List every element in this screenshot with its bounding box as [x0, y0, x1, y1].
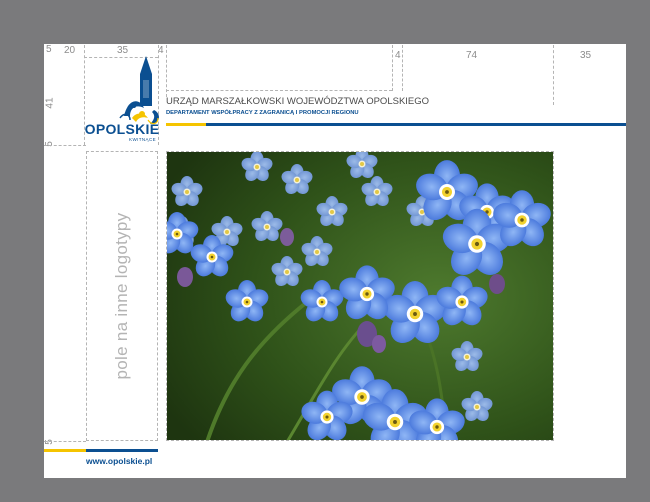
- website-link[interactable]: www.opolskie.pl: [86, 456, 152, 466]
- logo-field-label: pole na inne logotypy: [112, 212, 131, 380]
- footer-accent-rule: [44, 449, 86, 452]
- guide-line: [402, 45, 403, 91]
- organization-name: URZĄD MARSZAŁKOWSKI WOJEWÓDZTWA OPOLSKIE…: [166, 96, 430, 107]
- dimension-label: 5: [46, 44, 52, 55]
- brand-wordmark: OPOLSKIE: [84, 121, 160, 137]
- header-accent-rule: [166, 123, 206, 126]
- guide-line: [166, 90, 392, 91]
- guide-line: [44, 441, 86, 442]
- dimension-label: 20: [64, 45, 76, 56]
- forget-me-not-photo: [166, 151, 554, 441]
- department-name: DEPARTAMENT WSPÓŁPRACY Z ZAGRANICĄ I PRO…: [166, 110, 359, 116]
- guide-line: [392, 45, 393, 91]
- header-rule: [206, 123, 626, 126]
- dimension-label: 41: [44, 97, 56, 109]
- guide-line: [44, 145, 86, 146]
- flower-photo-image: [167, 152, 553, 440]
- dimension-label: 4: [395, 50, 401, 61]
- footer-rule: [86, 449, 158, 452]
- brand-tagline: KWITNĄCE: [129, 137, 156, 142]
- guide-line: [553, 45, 554, 105]
- dimension-label: 74: [466, 50, 478, 61]
- dimension-label: 35: [580, 50, 592, 61]
- logo-placeholder-field: pole na inne logotypy: [86, 151, 158, 441]
